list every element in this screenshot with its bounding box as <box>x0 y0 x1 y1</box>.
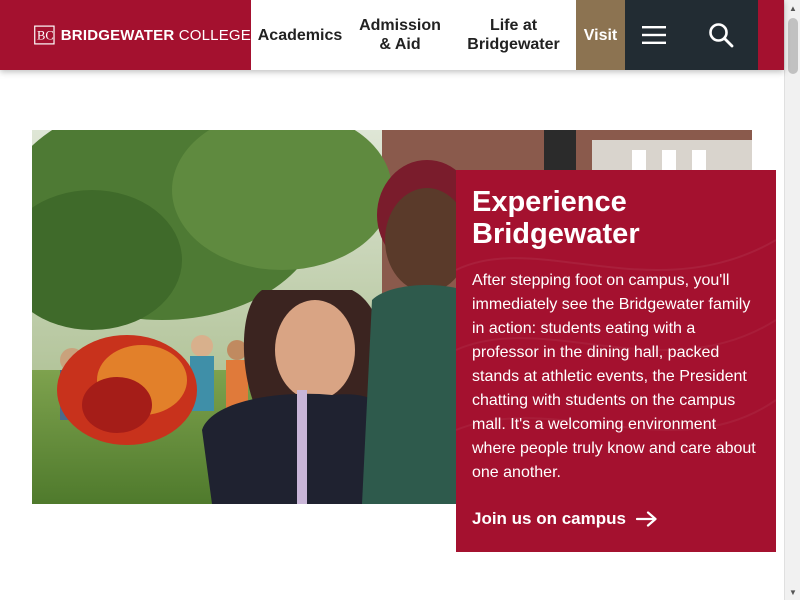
card-body-text: After stepping foot on campus, you'll im… <box>472 272 756 481</box>
search-button[interactable] <box>683 0 758 70</box>
join-us-on-campus-link[interactable]: Join us on campus <box>472 509 658 529</box>
logo-mark-text: BC <box>37 28 54 42</box>
nav-life-at-bridgewater[interactable]: Life at Bridgewater <box>451 0 576 70</box>
hamburger-menu-icon <box>642 26 666 44</box>
vertical-scrollbar[interactable]: ▲ ▼ <box>784 0 800 600</box>
nav-academics-label: Academics <box>257 26 343 44</box>
card-title: Experience Bridgewater <box>472 186 640 250</box>
logo-wordmark: BRIDGEWATER COLLEGE <box>61 27 251 44</box>
logo-name-regular: COLLEGE <box>178 26 251 44</box>
site-header: BC BRIDGEWATER COLLEGE Academics Admissi… <box>0 0 784 70</box>
logo-name-bold: BRIDGEWATER <box>60 26 175 44</box>
search-icon <box>708 23 733 48</box>
arrow-right-icon <box>635 511 657 527</box>
scroll-up-arrow-icon[interactable]: ▲ <box>785 0 800 16</box>
experience-card: Experience Bridgewater After stepping fo… <box>456 170 776 552</box>
bc-logo-icon: BC <box>34 25 55 45</box>
scroll-thumb[interactable] <box>788 18 798 74</box>
nav-admission-aid-label: Admission & Aid <box>359 17 441 53</box>
visit-button[interactable]: Visit <box>576 0 625 70</box>
scroll-down-arrow-icon[interactable]: ▼ <box>785 584 800 600</box>
site-logo[interactable]: BC BRIDGEWATER COLLEGE <box>0 0 251 70</box>
nav-academics[interactable]: Academics <box>251 0 349 70</box>
visit-label: Visit <box>583 26 618 44</box>
header-accent <box>758 0 784 70</box>
cta-label: Join us on campus <box>472 509 626 528</box>
nav-life-label: Life at Bridgewater <box>467 17 560 53</box>
menu-button[interactable] <box>625 0 683 70</box>
nav-admission-aid[interactable]: Admission & Aid <box>349 0 451 70</box>
